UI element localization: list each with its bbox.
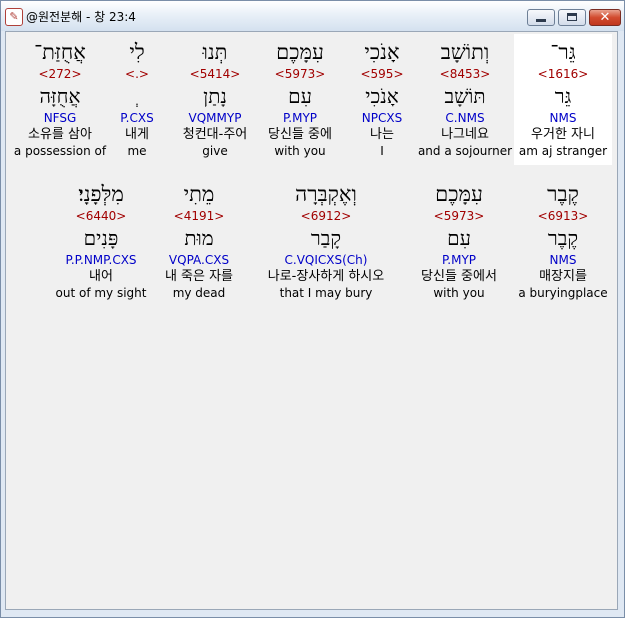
maximize-icon bbox=[567, 13, 577, 21]
morph-code: NPCXS bbox=[361, 111, 403, 125]
english-gloss: my dead bbox=[172, 286, 226, 300]
morph-code: P.CXS bbox=[120, 111, 154, 125]
word-cell[interactable]: וְאֶקְבְּרָה <6912> קָבַר C.VQICXS(Ch) 나로-장사… bbox=[248, 176, 404, 307]
word-cell[interactable]: תְּנוּ <5414> נָתַן VQMMYP 청컨대-주어 give bbox=[178, 34, 252, 165]
morph-code: C.NMS bbox=[445, 111, 485, 125]
strong-number: <272> bbox=[38, 67, 82, 81]
word-cell[interactable]: גֵּר־ <1616> גֵּר NMS 우거한 자니 am aj stranger bbox=[514, 34, 612, 165]
strong-number: <6913> bbox=[537, 209, 589, 223]
english-gloss: me bbox=[127, 144, 147, 158]
window-title: @원전분해 - 창 23:4 bbox=[26, 10, 136, 24]
korean-gloss: 청컨대-주어 bbox=[182, 127, 248, 142]
korean-gloss: 매장지를 bbox=[539, 269, 587, 284]
english-gloss: a buryingplace bbox=[518, 286, 608, 300]
strong-number: <1616> bbox=[537, 67, 589, 81]
english-gloss: a possession of bbox=[13, 144, 107, 158]
english-gloss: with you bbox=[433, 286, 485, 300]
lemma-word: אֲחֻזָּה bbox=[39, 84, 81, 108]
korean-gloss: 소유를 삼아 bbox=[28, 127, 92, 142]
lemma-word: מוּת bbox=[184, 226, 214, 250]
morph-code: P.MYP bbox=[441, 253, 477, 267]
korean-gloss: 당신들 중에 bbox=[268, 127, 332, 142]
morph-code: NMS bbox=[549, 253, 577, 267]
hebrew-word: לִי bbox=[129, 40, 145, 64]
hebrew-word: גֵּר־ bbox=[550, 40, 576, 64]
lemma-word: תּוֹשָׁב bbox=[444, 84, 486, 108]
lemma-word: גֵּר bbox=[554, 84, 572, 108]
word-cell[interactable]: אָנֹכִי <595> אָנֹכִי NPCXS 나는 I bbox=[348, 34, 416, 165]
minimize-button[interactable] bbox=[527, 9, 555, 26]
strong-number: <5414> bbox=[189, 67, 241, 81]
lemma-word: קָבַר bbox=[310, 226, 342, 250]
strong-number: <6440> bbox=[75, 209, 127, 223]
word-cell[interactable]: עִמָּכֶם <5973> עִם P.MYP 당신들 중에 with you bbox=[252, 34, 348, 165]
morph-code: NFSG bbox=[43, 111, 77, 125]
english-gloss: am aj stranger bbox=[518, 144, 608, 158]
strong-number: <.> bbox=[125, 67, 149, 81]
analysis-panel: גֵּר־ <1616> גֵּר NMS 우거한 자니 am aj stranger וְ… bbox=[5, 31, 618, 610]
hebrew-word: וְאֶקְבְּרָה bbox=[295, 182, 357, 206]
lemma-word: פָּנִים bbox=[83, 226, 119, 250]
morph-code: C.VQICXS(Ch) bbox=[284, 253, 368, 267]
strong-number: <595> bbox=[360, 67, 404, 81]
morph-code: P.P.NMP.CXS bbox=[65, 253, 137, 267]
english-gloss: give bbox=[202, 144, 228, 158]
hebrew-word: קֶבֶר bbox=[547, 182, 579, 206]
word-cell[interactable]: לִי <.>ְP.CXS 내게 me bbox=[110, 34, 164, 165]
title-bar[interactable]: ✎ @원전분해 - 창 23:4 ✕ bbox=[1, 1, 624, 31]
english-gloss: that I may bury bbox=[279, 286, 373, 300]
korean-gloss: 우거한 자니 bbox=[531, 127, 595, 142]
morph-code: P.MYP bbox=[282, 111, 318, 125]
hebrew-word: וְתוֹשָׁב bbox=[440, 40, 490, 64]
korean-gloss: 나그네요 bbox=[441, 127, 489, 142]
word-cell[interactable]: עִמָּכֶם <5973> עִם P.MYP 당신들 중에서 with you bbox=[404, 176, 514, 307]
korean-gloss: 나는 bbox=[370, 127, 394, 142]
morph-code: VQMMYP bbox=[188, 111, 242, 125]
korean-gloss: 내게 bbox=[125, 127, 149, 142]
lemma-word: עִם bbox=[447, 226, 471, 250]
app-window: ✎ @원전분해 - 창 23:4 ✕ גֵּר־ <1616> גֵּר NMS 우거한… bbox=[0, 0, 625, 618]
word-cell[interactable]: אֲחֻזַּת־ <272> אֲחֻזָּה NFSG 소유를 삼아 a posses… bbox=[10, 34, 110, 165]
hebrew-word: עִמָּכֶם bbox=[435, 182, 483, 206]
korean-gloss: 내어 bbox=[89, 269, 113, 284]
hebrew-word: אָנֹכִי bbox=[364, 40, 400, 64]
app-logo-icon[interactable]: ✎ bbox=[5, 8, 23, 26]
english-gloss: out of my sight bbox=[55, 286, 147, 300]
strong-number: <8453> bbox=[439, 67, 491, 81]
close-button[interactable]: ✕ bbox=[589, 9, 621, 26]
english-gloss: and a sojourner bbox=[417, 144, 513, 158]
english-gloss: with you bbox=[274, 144, 326, 158]
hebrew-word: עִמָּכֶם bbox=[276, 40, 324, 64]
strong-number: <5973> bbox=[274, 67, 326, 81]
hebrew-word: תְּנוּ bbox=[202, 40, 228, 64]
strong-number: <5973> bbox=[433, 209, 485, 223]
hebrew-word: מֵתִי bbox=[183, 182, 215, 206]
korean-gloss: 당신들 중에서 bbox=[421, 269, 497, 284]
lemma-word: עִם bbox=[288, 84, 312, 108]
lemma-word: נָתַן bbox=[203, 84, 227, 108]
word-cell[interactable]: וְתוֹשָׁב <8453> תּוֹשָׁב C.NMS 나그네요 and a so… bbox=[416, 34, 514, 165]
word-cell[interactable]: מִלְּפָנָי׃ <6440> פָּנִים P.P.NMP.CXS 내어 out… bbox=[52, 176, 150, 307]
korean-gloss: 나로-장사하게 하시오 bbox=[267, 269, 385, 284]
morph-code: VQPA.CXS bbox=[168, 253, 230, 267]
english-gloss: I bbox=[380, 144, 384, 158]
lemma-word: קֶבֶר bbox=[547, 226, 579, 250]
korean-gloss: 내 죽은 자를 bbox=[164, 269, 234, 284]
lemma-word: ְ bbox=[110, 82, 164, 110]
minimize-icon bbox=[536, 19, 546, 22]
lemma-word: אָנֹכִי bbox=[365, 84, 399, 108]
word-cell[interactable]: קֶבֶר <6913> קֶבֶר NMS 매장지를 a buryingplace bbox=[514, 176, 612, 307]
hebrew-word: מִלְּפָנָי׃ bbox=[78, 182, 124, 206]
maximize-button[interactable] bbox=[558, 9, 586, 26]
word-cell[interactable]: מֵתִי <4191> מוּת VQPA.CXS 내 죽은 자를 my dead bbox=[150, 176, 248, 307]
close-icon: ✕ bbox=[599, 10, 611, 25]
morph-code: NMS bbox=[549, 111, 577, 125]
hebrew-word: אֲחֻזַּת־ bbox=[34, 40, 86, 64]
strong-number: <4191> bbox=[173, 209, 225, 223]
strong-number: <6912> bbox=[300, 209, 352, 223]
